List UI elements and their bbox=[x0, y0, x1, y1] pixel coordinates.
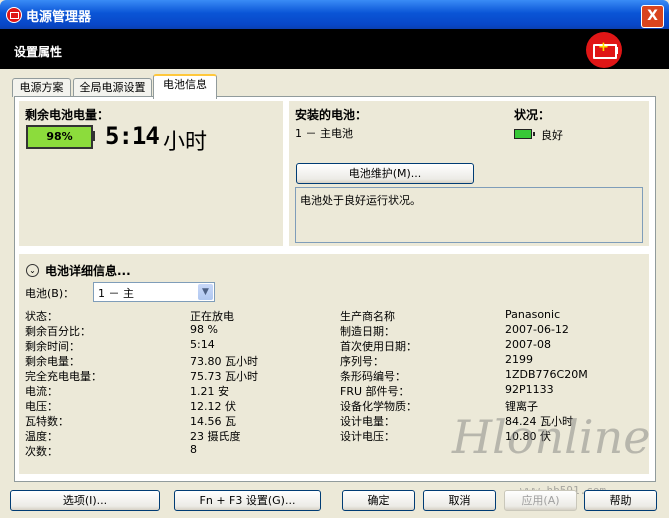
close-button[interactable]: X bbox=[641, 5, 664, 28]
battery-maintenance-button[interactable]: 电池维护(M)... bbox=[296, 163, 474, 184]
options-button[interactable]: 选项(I)... bbox=[10, 490, 160, 511]
tab-global-power-settings[interactable]: 全局电源设置 bbox=[73, 78, 152, 97]
detail-key: 次数： bbox=[25, 445, 58, 458]
chevron-down-icon[interactable]: ⌄ bbox=[26, 264, 39, 277]
title-bar: 电源管理器 X bbox=[0, 0, 669, 29]
tab-battery-info[interactable]: 电池信息 bbox=[153, 74, 217, 99]
details-title[interactable]: 电池详细信息... bbox=[45, 262, 131, 279]
battery-select-label: 电池(B)： bbox=[25, 287, 75, 300]
battery-select[interactable]: 1 － 主 ▼ bbox=[93, 282, 215, 302]
detail-value: 8 bbox=[190, 443, 197, 456]
detail-key: 序列号： bbox=[340, 355, 384, 368]
window-title: 电源管理器 bbox=[26, 10, 92, 25]
remaining-label: 剩余电池电量： bbox=[25, 108, 110, 122]
detail-value: 12.12 伏 bbox=[190, 400, 236, 413]
cancel-button[interactable]: 取消 bbox=[423, 490, 496, 511]
remaining-time: 5:14 bbox=[105, 122, 160, 150]
detail-key: 生产商名称 bbox=[340, 310, 395, 323]
dropdown-arrow-icon[interactable]: ▼ bbox=[198, 284, 213, 300]
detail-key: 设计电量： bbox=[340, 415, 395, 428]
battery-select-value: 1 － 主 bbox=[98, 287, 134, 300]
battery-logo-icon: + bbox=[586, 32, 622, 68]
status-label: 状况： bbox=[514, 108, 551, 122]
detail-value: 73.80 瓦小时 bbox=[190, 355, 258, 368]
status-value: 良好 bbox=[541, 129, 563, 142]
ok-button[interactable]: 确定 bbox=[342, 490, 415, 511]
installed-value: 1 － 主电池 bbox=[295, 127, 353, 140]
detail-value: 98 % bbox=[190, 323, 218, 336]
detail-key: 瓦特数： bbox=[25, 415, 69, 428]
status-message: 电池处于良好运行状况。 bbox=[300, 194, 421, 207]
header-title: 设置属性 bbox=[14, 45, 63, 59]
battery-status-icon bbox=[514, 129, 535, 139]
header-band: 设置属性 + bbox=[0, 29, 669, 69]
battery-app-icon bbox=[6, 7, 22, 23]
detail-key: FRU 部件号： bbox=[340, 385, 410, 398]
detail-value: 2199 bbox=[505, 353, 533, 366]
detail-value: 5:14 bbox=[190, 338, 215, 351]
detail-key: 设计电压： bbox=[340, 430, 395, 443]
detail-value: 75.73 瓦小时 bbox=[190, 370, 258, 383]
detail-key: 首次使用日期： bbox=[340, 340, 417, 353]
help-button[interactable]: 帮助 bbox=[584, 490, 657, 511]
detail-value: 1.21 安 bbox=[190, 385, 229, 398]
detail-key: 设备化学物质： bbox=[340, 400, 417, 413]
detail-value: 正在放电 bbox=[190, 310, 234, 323]
apply-button: 应用(A) bbox=[504, 490, 577, 511]
detail-key: 电流： bbox=[25, 385, 58, 398]
detail-key: 剩余电量： bbox=[25, 355, 80, 368]
detail-value: 2007-06-12 bbox=[505, 323, 569, 336]
tab-power-schemes[interactable]: 电源方案 bbox=[12, 78, 71, 97]
detail-value: 2007-08 bbox=[505, 338, 551, 351]
installed-label: 安装的电池： bbox=[295, 108, 368, 122]
detail-value: 23 摄氏度 bbox=[190, 430, 241, 443]
watermark-text: Hlonline bbox=[452, 410, 651, 464]
detail-key: 完全充电电量： bbox=[25, 370, 102, 383]
fn-f3-settings-button[interactable]: Fn + F3 设置(G)... bbox=[174, 490, 321, 511]
battery-gauge-tip bbox=[91, 131, 95, 141]
detail-value: 14.56 瓦 bbox=[190, 415, 236, 428]
battery-percent: 98% bbox=[46, 130, 73, 143]
detail-key: 剩余百分比： bbox=[25, 325, 91, 338]
detail-key: 剩余时间： bbox=[25, 340, 80, 353]
detail-key: 条形码编号： bbox=[340, 370, 406, 383]
detail-key: 制造日期： bbox=[340, 325, 395, 338]
detail-value: Panasonic bbox=[505, 308, 561, 321]
detail-value: 92P1133 bbox=[505, 383, 554, 396]
detail-key: 温度： bbox=[25, 430, 58, 443]
detail-key: 状态： bbox=[25, 310, 58, 323]
detail-key: 电压： bbox=[25, 400, 58, 413]
battery-gauge: 98% bbox=[26, 125, 93, 149]
detail-value: 1ZDB776C20M bbox=[505, 368, 588, 381]
remaining-time-unit: 小时 bbox=[163, 130, 208, 155]
status-message-box: 电池处于良好运行状况。 bbox=[295, 187, 643, 243]
